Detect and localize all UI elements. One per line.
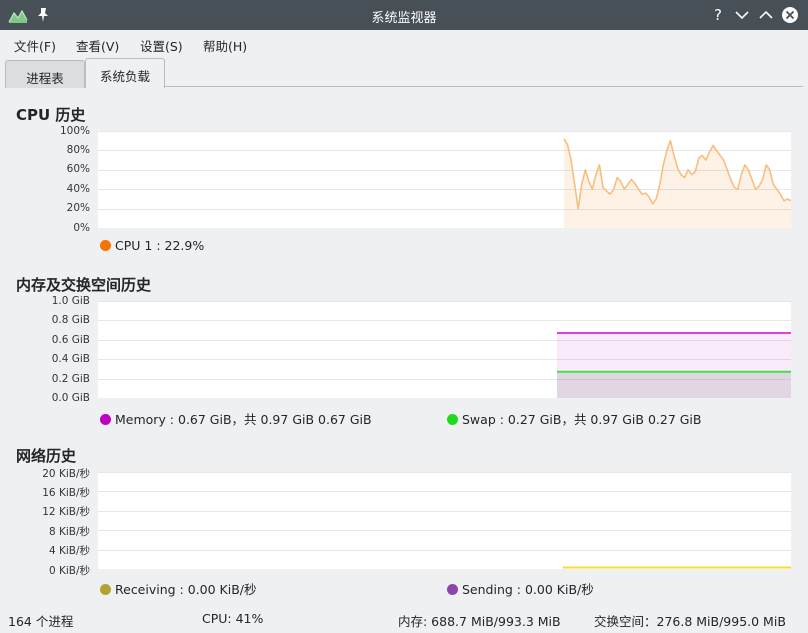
- menu-view[interactable]: 查看(V): [76, 36, 119, 55]
- network-ytick: 12 KiB/秒: [42, 506, 90, 518]
- minimize-icon[interactable]: [732, 5, 752, 25]
- menu-settings[interactable]: 设置(S): [140, 36, 183, 55]
- memory-history-chart: [98, 301, 791, 398]
- memory-history-title: 内存及交换空间历史: [16, 276, 152, 294]
- tab-bar: 进程表 系统负载: [0, 58, 808, 88]
- network-history-title: 网络历史: [16, 447, 77, 465]
- cpu-ytick: 0%: [73, 222, 90, 234]
- svg-text:?: ?: [714, 6, 722, 24]
- network-ytick: 4 KiB/秒: [48, 545, 90, 557]
- memory-legend-swatch: [100, 414, 111, 425]
- title-bar: 系统监视器 ?: [0, 0, 808, 30]
- help-icon[interactable]: ?: [708, 5, 728, 25]
- close-icon[interactable]: [780, 5, 800, 25]
- cpu-ytick: 60%: [66, 163, 90, 175]
- cpu-ytick: 100%: [59, 125, 90, 137]
- status-memory: 内存: 688.7 MiB/993.3 MiB: [398, 614, 561, 629]
- network-history-chart: [98, 472, 791, 569]
- cpu-legend-swatch: [100, 240, 111, 251]
- memory-ytick: 0.4 GiB: [51, 353, 90, 365]
- network-ytick: 16 KiB/秒: [42, 487, 90, 499]
- memory-legend: Memory : 0.67 GiB，共 0.97 GiB 0.67 GiB: [100, 409, 372, 428]
- receiving-legend-text: Receiving : 0.00 KiB/秒: [115, 582, 257, 597]
- tab-process-table[interactable]: 进程表: [5, 60, 85, 88]
- cpu-legend: CPU 1 : 22.9%: [100, 238, 204, 253]
- receiving-legend: Receiving : 0.00 KiB/秒: [100, 579, 257, 598]
- cpu-history-title: CPU 历史: [16, 106, 86, 124]
- network-ytick: 20 KiB/秒: [42, 468, 90, 480]
- maximize-icon[interactable]: [756, 5, 776, 25]
- sending-legend-text: Sending : 0.00 KiB/秒: [462, 582, 594, 597]
- menu-bar: 文件(F) 查看(V) 设置(S) 帮助(H): [0, 30, 808, 58]
- memory-ytick: 0.0 GiB: [51, 392, 90, 404]
- receiving-legend-swatch: [100, 584, 111, 595]
- memory-history-plot: [98, 301, 791, 398]
- swap-legend-text: Swap : 0.27 GiB，共 0.97 GiB 0.27 GiB: [462, 412, 702, 427]
- swap-legend: Swap : 0.27 GiB，共 0.97 GiB 0.27 GiB: [447, 409, 701, 428]
- cpu-ytick: 20%: [66, 202, 90, 214]
- memory-ytick: 0.8 GiB: [51, 314, 90, 326]
- status-bar: 164 个进程 CPU: 41% 内存: 688.7 MiB/993.3 MiB…: [0, 605, 808, 633]
- network-history-plot: [98, 472, 791, 569]
- network-ytick: 0 KiB/秒: [48, 565, 90, 577]
- sending-legend: Sending : 0.00 KiB/秒: [447, 579, 594, 598]
- sending-legend-swatch: [447, 584, 458, 595]
- cpu-history-plot: [98, 131, 791, 228]
- swap-legend-swatch: [447, 414, 458, 425]
- cpu-ytick: 80%: [66, 144, 90, 156]
- memory-ytick: 1.0 GiB: [51, 295, 90, 307]
- cpu-1-series-area: [564, 138, 791, 228]
- network-ytick: 8 KiB/秒: [48, 526, 90, 538]
- memory-ytick: 0.6 GiB: [51, 334, 90, 346]
- window-title: 系统监视器: [371, 11, 437, 26]
- status-swap: 交换空间：276.8 MiB/995.0 MiB: [594, 614, 786, 629]
- memory-legend-text: Memory : 0.67 GiB，共 0.97 GiB 0.67 GiB: [115, 412, 372, 427]
- cpu-ytick: 40%: [66, 183, 90, 195]
- cpu-history-chart: [98, 131, 791, 228]
- status-process-count: 164 个进程: [8, 614, 74, 629]
- menu-file[interactable]: 文件(F): [14, 36, 56, 55]
- swap-series-area: [557, 371, 791, 398]
- menu-help[interactable]: 帮助(H): [203, 36, 247, 55]
- memory-ytick: 0.2 GiB: [51, 373, 90, 385]
- status-cpu: CPU: 41%: [202, 611, 264, 626]
- tab-system-load[interactable]: 系统负载: [85, 58, 165, 88]
- cpu-legend-text: CPU 1 : 22.9%: [115, 238, 205, 253]
